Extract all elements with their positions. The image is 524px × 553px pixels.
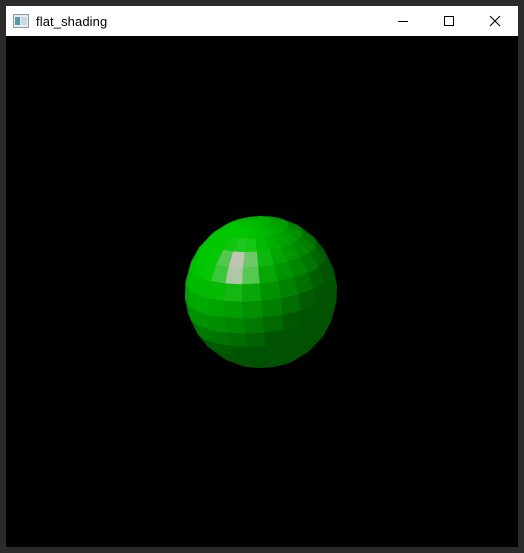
window-title: flat_shading [36,13,108,29]
scene-canvas [184,216,338,368]
sphere-facet [242,300,264,319]
sphere-facet [262,314,284,333]
close-button[interactable] [472,6,518,36]
window-app-icon [13,13,29,29]
sphere-facet [259,281,281,301]
sphere-facet [242,251,259,269]
close-icon [489,15,501,27]
sphere-facet [243,316,265,334]
maximize-button[interactable] [426,6,472,36]
sphere-facet [224,283,243,302]
sphere-facet [247,345,267,358]
sphere-facet [224,300,244,319]
minimize-icon [398,21,408,22]
maximize-icon [444,16,454,26]
sphere-facet [258,264,278,285]
sphere-facet [261,297,283,318]
flat-shaded-sphere [184,216,338,368]
render-viewport[interactable] [6,36,518,547]
sphere-facet [208,281,226,301]
sphere-facet [224,316,246,334]
minimize-button[interactable] [380,6,426,36]
sphere-facet [241,283,262,302]
app-window: flat_shading [0,0,524,553]
sphere-facet [225,266,244,285]
title-bar[interactable]: flat_shading [6,6,518,36]
sphere-facet [241,266,261,285]
sphere-facet [208,297,226,318]
sphere-facet [244,332,266,347]
